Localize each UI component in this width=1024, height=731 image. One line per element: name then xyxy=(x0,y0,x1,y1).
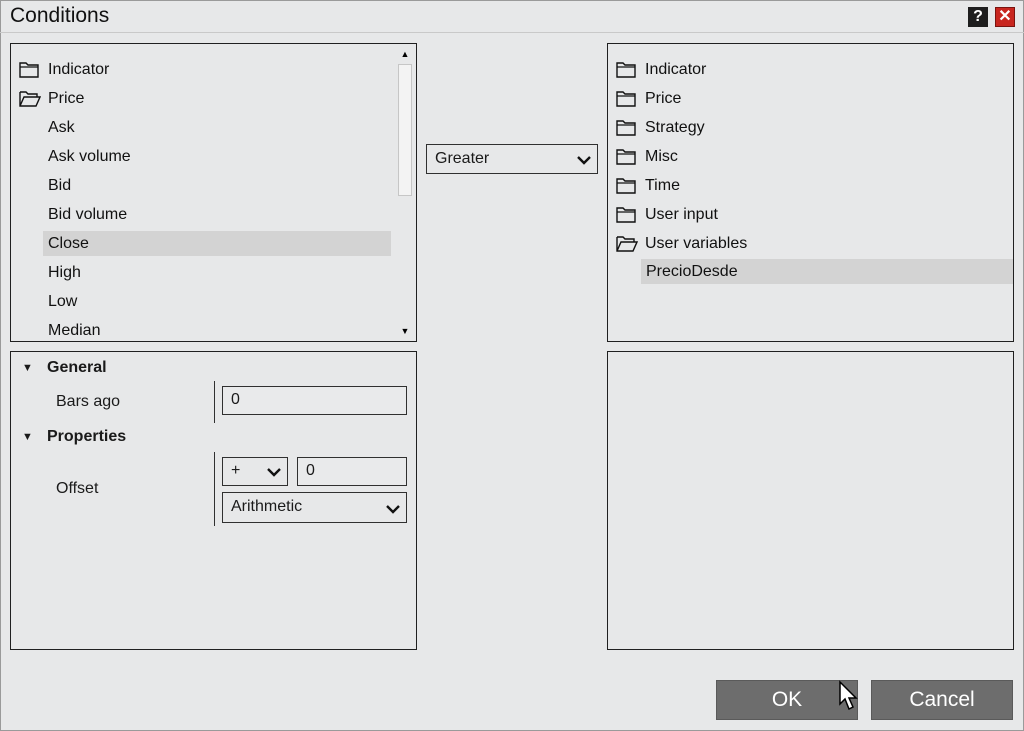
tree-item-bid-volume[interactable]: Bid volume xyxy=(43,202,391,227)
chevron-down-icon xyxy=(577,156,591,165)
bars-ago-input[interactable]: 0 xyxy=(222,386,407,415)
tree-item-user-input[interactable]: User input xyxy=(616,202,1006,227)
tree-item-label: Median xyxy=(48,322,101,339)
tree-item-indicator[interactable]: Indicator xyxy=(616,57,1006,82)
tree-item-label: Price xyxy=(48,90,85,107)
tree-item-label: Strategy xyxy=(645,119,705,136)
tree-item-label: Price xyxy=(645,90,682,107)
folder-icon xyxy=(616,62,636,78)
offset-mode-select[interactable]: Arithmetic xyxy=(222,492,407,523)
tree-item-label: User variables xyxy=(645,235,748,252)
tree-item-label: Indicator xyxy=(48,61,110,78)
tree-item-ask[interactable]: Ask xyxy=(43,115,391,140)
tree-item-label: Bid xyxy=(48,177,72,194)
tree-item-preciodesde[interactable]: PrecioDesde xyxy=(641,259,1013,284)
tree-item-bid[interactable]: Bid xyxy=(43,173,391,198)
folder-icon xyxy=(616,207,636,223)
folder-open-icon xyxy=(19,91,41,107)
offset-sign-select[interactable]: + xyxy=(222,457,288,486)
tree-item-time[interactable]: Time xyxy=(616,173,1006,198)
grid-divider xyxy=(214,381,215,423)
right-operand-tree: Indicator Price Strategy Misc Time User … xyxy=(607,43,1014,342)
group-general-label: General xyxy=(47,359,107,376)
tree-item-close[interactable]: Close xyxy=(43,231,391,256)
folder-icon xyxy=(19,62,39,78)
chevron-down-icon xyxy=(267,468,281,477)
grid-divider xyxy=(214,452,215,526)
tree-item-user-variables[interactable]: User variables xyxy=(616,231,1006,256)
operator-select[interactable]: Greater xyxy=(426,144,598,174)
chevron-down-icon xyxy=(386,505,400,514)
left-properties-grid: ▼ General Bars ago 0 ▼ Properties Offset… xyxy=(10,351,417,650)
help-button[interactable]: ? xyxy=(968,7,988,27)
left-tree-scrollbar[interactable]: ▲ ▼ xyxy=(396,46,414,339)
folder-open-icon xyxy=(616,236,638,252)
collapse-triangle-icon[interactable]: ▼ xyxy=(22,362,33,374)
bars-ago-label: Bars ago xyxy=(56,393,121,410)
ok-button[interactable]: OK xyxy=(716,680,858,720)
offset-sign-value: + xyxy=(231,462,241,479)
folder-icon xyxy=(616,91,636,107)
operator-select-value: Greater xyxy=(435,150,490,167)
tree-item-label: User input xyxy=(645,206,718,223)
titlebar-divider xyxy=(0,32,1024,33)
tree-item-price[interactable]: Price xyxy=(616,86,1006,111)
tree-item-misc[interactable]: Misc xyxy=(616,144,1006,169)
scroll-down-arrow-icon[interactable]: ▼ xyxy=(396,323,414,339)
tree-item-label: Misc xyxy=(645,148,678,165)
folder-icon xyxy=(616,149,636,165)
tree-item-price[interactable]: Price xyxy=(19,86,399,111)
tree-item-high[interactable]: High xyxy=(43,260,391,285)
tree-item-low[interactable]: Low xyxy=(43,289,391,314)
tree-item-label: Bid volume xyxy=(48,206,128,223)
offset-label: Offset xyxy=(56,480,99,497)
scroll-thumb[interactable] xyxy=(398,64,412,196)
group-properties-label: Properties xyxy=(47,428,127,445)
close-button[interactable]: ✕ xyxy=(995,7,1015,27)
collapse-triangle-icon[interactable]: ▼ xyxy=(22,431,33,443)
tree-item-label: PrecioDesde xyxy=(646,263,738,280)
mouse-cursor-icon xyxy=(839,680,858,711)
tree-item-median[interactable]: Median xyxy=(43,318,391,341)
tree-item-label: Time xyxy=(645,177,680,194)
tree-item-label: Ask xyxy=(48,119,75,136)
offset-value-input[interactable]: 0 xyxy=(297,457,407,486)
tree-item-label: Close xyxy=(48,235,89,252)
folder-icon xyxy=(616,178,636,194)
tree-item-label: Low xyxy=(48,293,78,310)
offset-mode-value: Arithmetic xyxy=(231,498,303,515)
tree-item-strategy[interactable]: Strategy xyxy=(616,115,1006,140)
right-properties-grid xyxy=(607,351,1014,650)
window-title: Conditions xyxy=(10,4,110,27)
tree-item-label: High xyxy=(48,264,81,281)
tree-item-label: Indicator xyxy=(645,61,707,78)
cancel-button[interactable]: Cancel xyxy=(871,680,1013,720)
scroll-up-arrow-icon[interactable]: ▲ xyxy=(396,46,414,62)
left-operand-tree: Indicator Price Ask Ask volume Bid Bid v… xyxy=(10,43,417,342)
tree-item-label: Ask volume xyxy=(48,148,131,165)
tree-item-indicator[interactable]: Indicator xyxy=(19,57,399,82)
folder-icon xyxy=(616,120,636,136)
tree-item-ask-volume[interactable]: Ask volume xyxy=(43,144,391,169)
